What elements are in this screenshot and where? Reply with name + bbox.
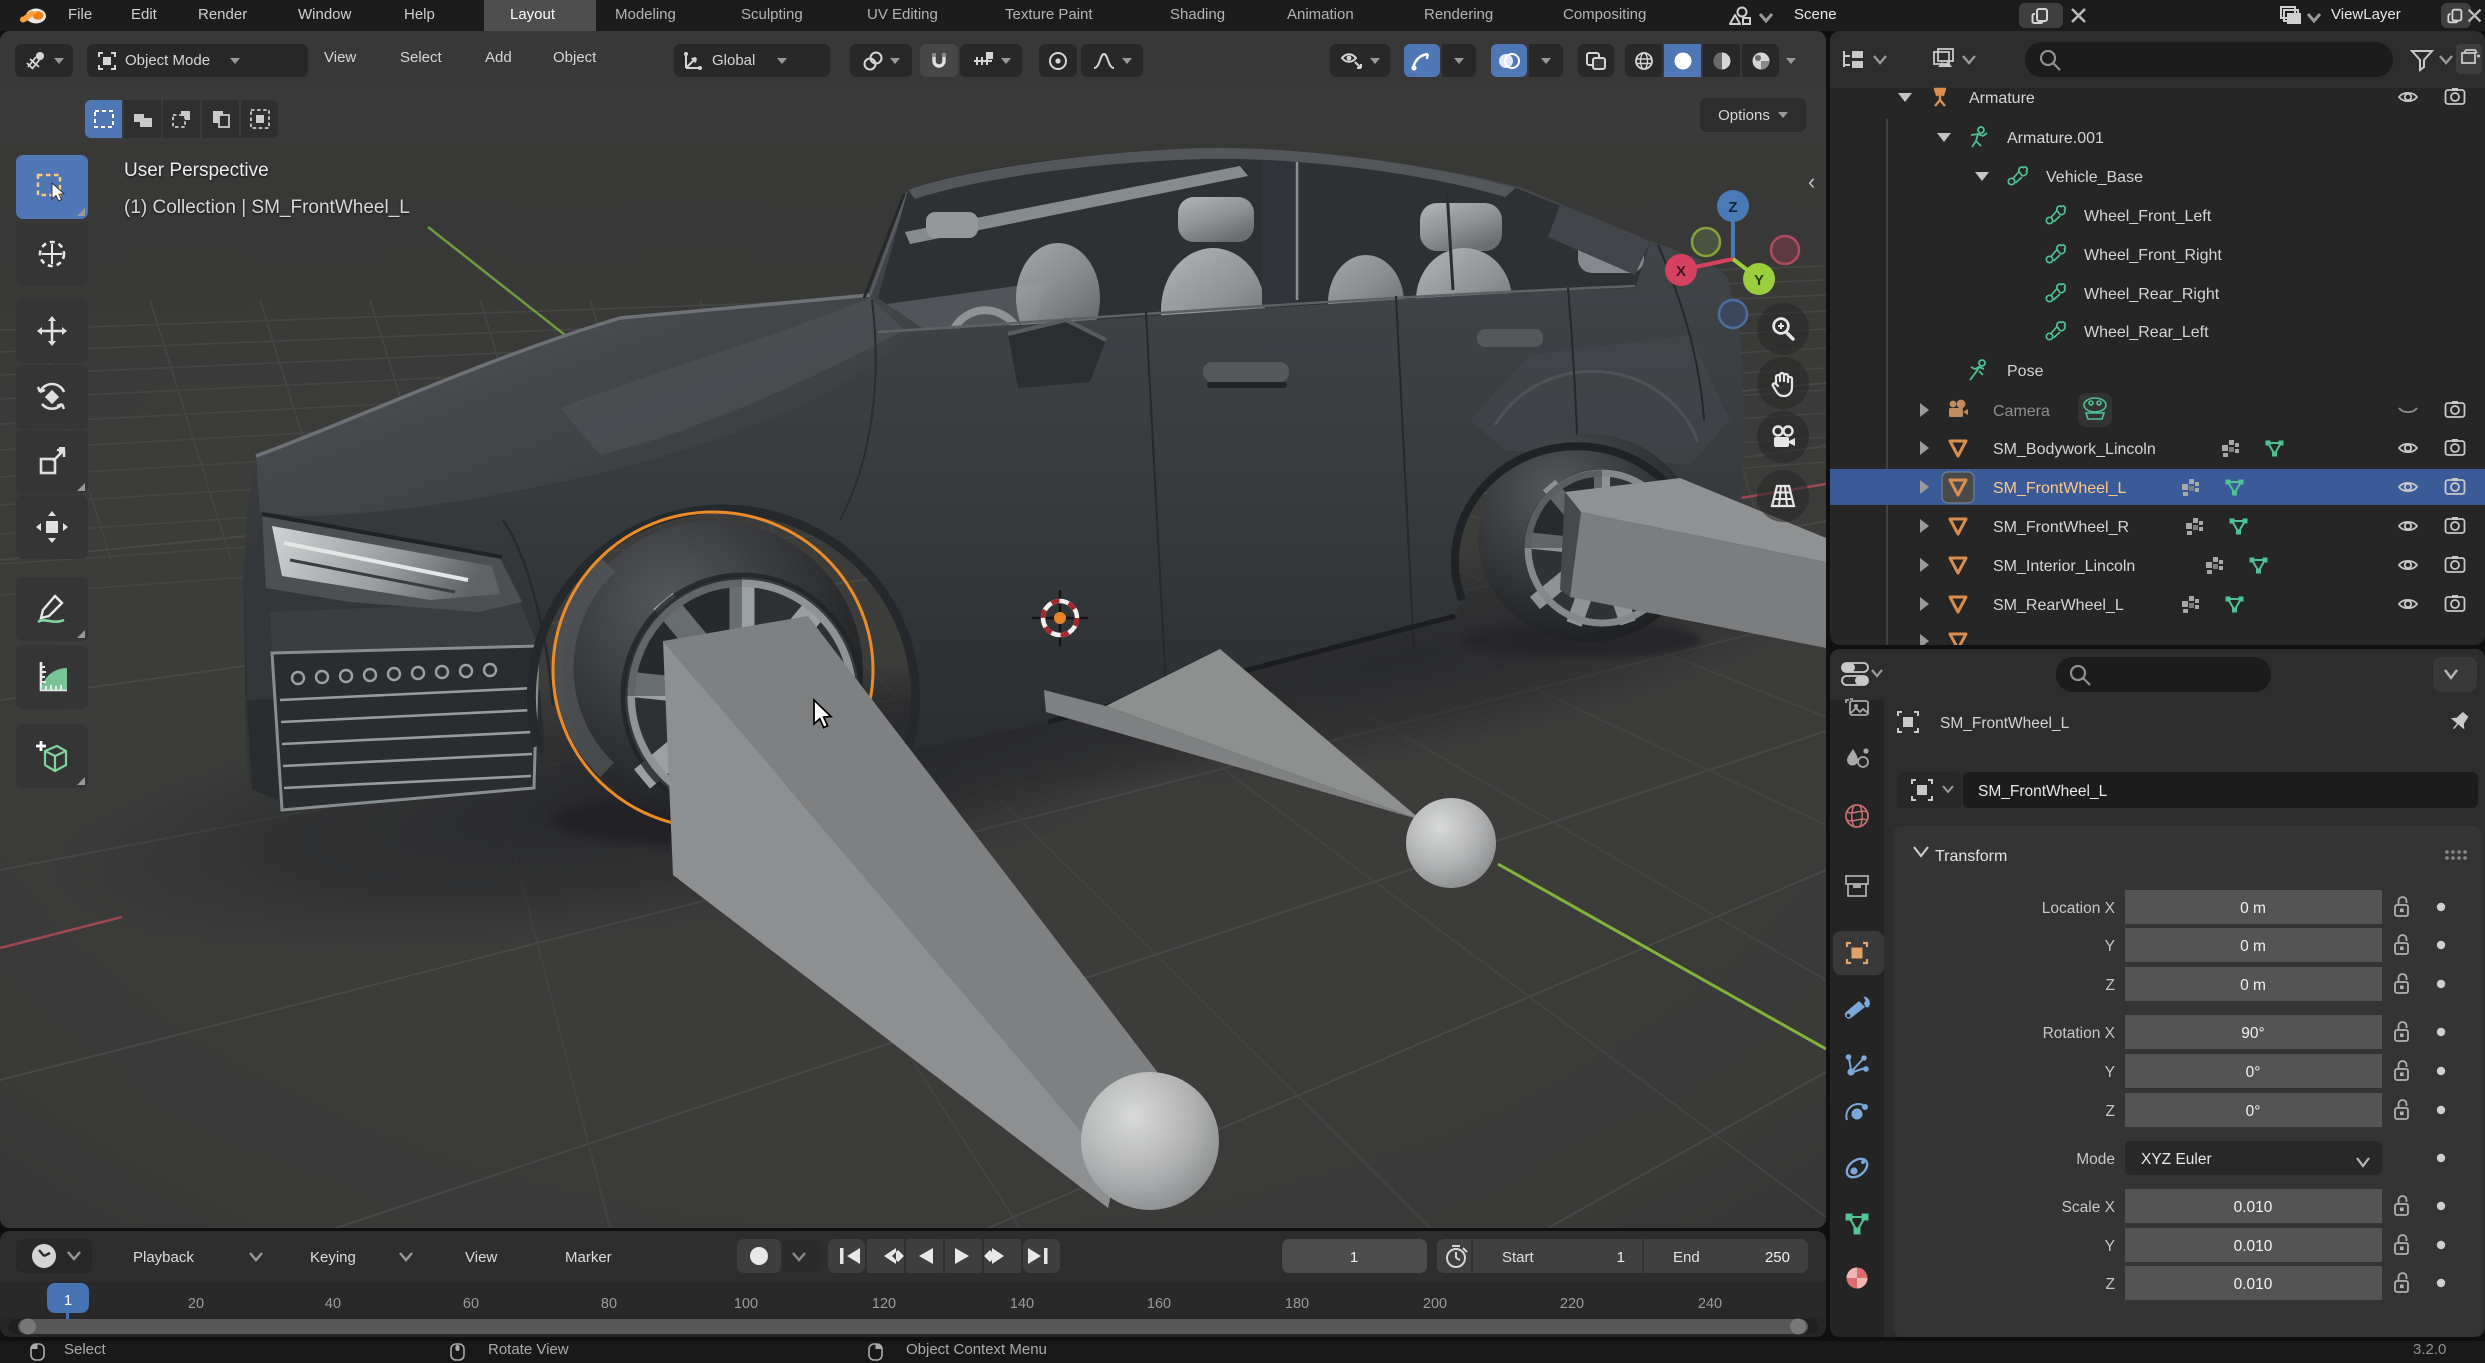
- svg-text:0 m: 0 m: [2240, 938, 2266, 955]
- svg-text:Scale X: Scale X: [2062, 1199, 2116, 1216]
- svg-text:240: 240: [1698, 1296, 1722, 1312]
- svg-text:Wheel_Front_Left: Wheel_Front_Left: [2084, 208, 2212, 225]
- svg-text:Z: Z: [2106, 977, 2115, 994]
- svg-text:Z: Z: [2106, 1103, 2115, 1120]
- svg-text:0 m: 0 m: [2240, 977, 2266, 994]
- svg-text:SM_FrontWheel_L: SM_FrontWheel_L: [1978, 783, 2108, 800]
- svg-text:Mode: Mode: [2076, 1151, 2115, 1168]
- svg-text:SM_Interior_Lincoln: SM_Interior_Lincoln: [1993, 558, 2135, 575]
- svg-text:Armature: Armature: [1969, 90, 2035, 107]
- svg-text:SM_FrontWheel_L: SM_FrontWheel_L: [1993, 480, 2126, 497]
- svg-text:0.010: 0.010: [2234, 1276, 2273, 1293]
- svg-text:Playback: Playback: [133, 1249, 194, 1266]
- svg-text:1: 1: [1617, 1249, 1625, 1266]
- svg-text:SM_FrontWheel_R: SM_FrontWheel_R: [1993, 519, 2129, 536]
- svg-text:Z: Z: [2106, 1276, 2115, 1293]
- svg-text:1: 1: [1350, 1249, 1358, 1266]
- svg-text:Start: Start: [1502, 1249, 1535, 1266]
- svg-text:Wheel_Front_Right: Wheel_Front_Right: [2084, 247, 2222, 264]
- svg-text:Location X: Location X: [2042, 900, 2116, 917]
- svg-text:Wheel_Rear_Right: Wheel_Rear_Right: [2084, 286, 2220, 303]
- svg-text:0 m: 0 m: [2240, 900, 2266, 917]
- svg-text:Transform: Transform: [1935, 848, 2007, 865]
- svg-text:40: 40: [325, 1296, 341, 1312]
- svg-text:Y: Y: [1754, 272, 1764, 289]
- svg-text:SM_FrontWheel_L: SM_FrontWheel_L: [1940, 715, 2070, 732]
- svg-text:Camera: Camera: [1993, 403, 2050, 420]
- svg-text:Vehicle_Base: Vehicle_Base: [2046, 169, 2143, 186]
- svg-text:90°: 90°: [2241, 1025, 2264, 1042]
- svg-text:Y: Y: [2105, 1238, 2115, 1255]
- svg-text:160: 160: [1147, 1296, 1171, 1312]
- svg-text:End: End: [1673, 1249, 1700, 1266]
- svg-text:180: 180: [1285, 1296, 1309, 1312]
- svg-text:250: 250: [1765, 1249, 1790, 1266]
- svg-text:X: X: [1676, 263, 1686, 280]
- svg-text:Wheel_Rear_Left: Wheel_Rear_Left: [2084, 324, 2209, 341]
- svg-text:80: 80: [601, 1296, 617, 1312]
- svg-text:Armature.001: Armature.001: [2007, 130, 2104, 147]
- svg-text:Y: Y: [2105, 1064, 2115, 1081]
- svg-text:60: 60: [463, 1296, 479, 1312]
- svg-text:XYZ Euler: XYZ Euler: [2141, 1151, 2212, 1168]
- svg-text:200: 200: [1423, 1296, 1447, 1312]
- svg-text:20: 20: [188, 1296, 204, 1312]
- svg-text:1: 1: [64, 1292, 72, 1309]
- svg-text:0.010: 0.010: [2234, 1238, 2273, 1255]
- svg-text:View: View: [465, 1249, 497, 1266]
- svg-text:120: 120: [872, 1296, 896, 1312]
- svg-text:0°: 0°: [2246, 1103, 2261, 1120]
- svg-text:0°: 0°: [2246, 1064, 2261, 1081]
- svg-text:Pose: Pose: [2007, 363, 2044, 380]
- svg-text:Keying: Keying: [310, 1249, 356, 1266]
- svg-text:Rotation X: Rotation X: [2043, 1025, 2116, 1042]
- svg-text:0.010: 0.010: [2234, 1199, 2273, 1216]
- svg-text:SM_RearWheel_L: SM_RearWheel_L: [1993, 597, 2124, 614]
- svg-text:140: 140: [1010, 1296, 1034, 1312]
- svg-text:100: 100: [734, 1296, 758, 1312]
- svg-text:220: 220: [1560, 1296, 1584, 1312]
- svg-text:SM_Bodywork_Lincoln: SM_Bodywork_Lincoln: [1993, 441, 2156, 458]
- svg-text:Y: Y: [2105, 938, 2115, 955]
- svg-text:Marker: Marker: [565, 1249, 612, 1266]
- svg-text:Z: Z: [1728, 199, 1737, 216]
